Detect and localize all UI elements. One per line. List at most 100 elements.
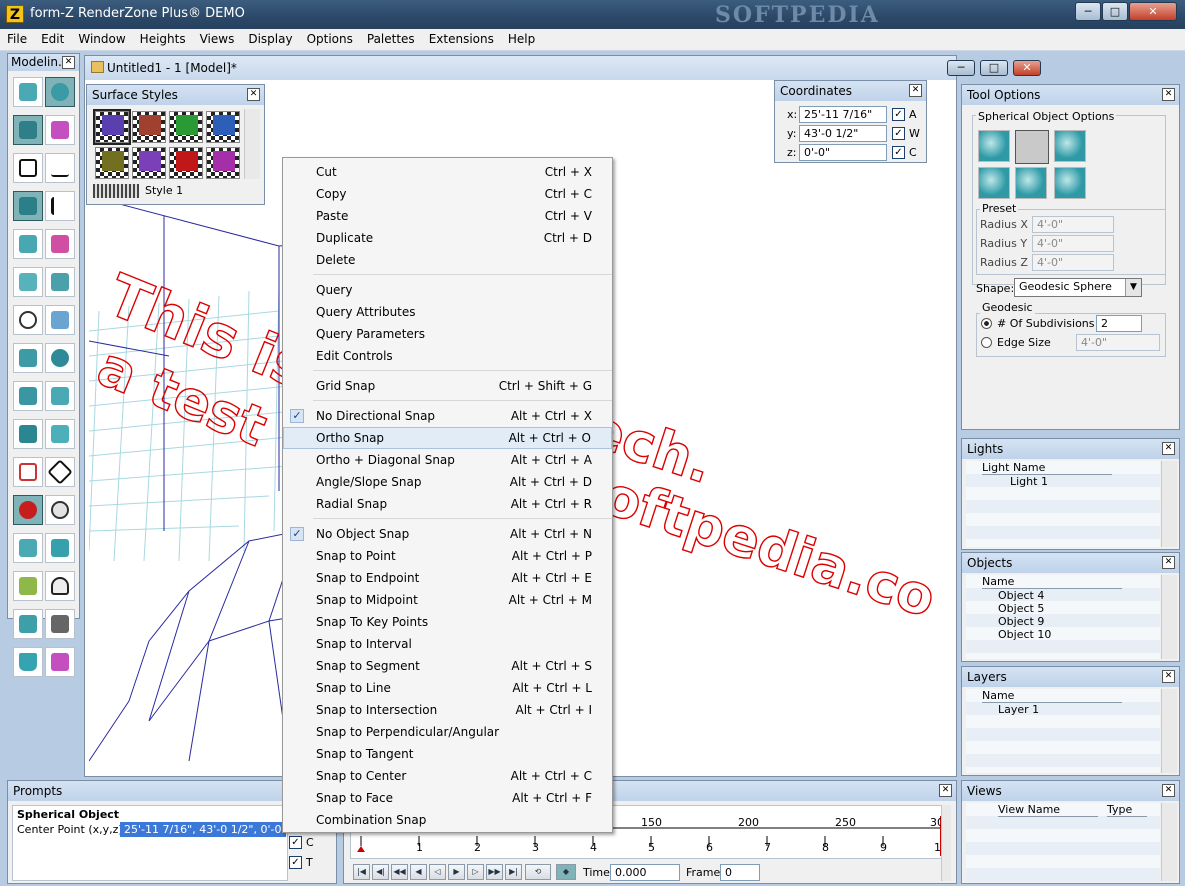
- menu-item-snap-to-key-points[interactable]: Snap To Key Points: [283, 611, 612, 633]
- menu-item-delete[interactable]: Delete: [283, 249, 612, 271]
- close-button[interactable]: ✕: [1129, 2, 1177, 21]
- object-row[interactable]: Object 5: [998, 602, 1044, 615]
- pointer-tool[interactable]: [45, 191, 75, 221]
- sphere-two-point-icon[interactable]: [978, 167, 1010, 199]
- frame-field[interactable]: 0: [720, 864, 760, 881]
- rectangle-tool[interactable]: [13, 153, 43, 183]
- objects-close-icon[interactable]: ✕: [1162, 556, 1175, 569]
- sphere-ellipsoid-icon[interactable]: [1015, 167, 1047, 199]
- swatch-scrollbar[interactable]: [244, 109, 260, 179]
- prompt-value-input[interactable]: 25'-11 7/16", 43'-0 1/2", 0'-0": [120, 822, 286, 837]
- menu-item-combination-snap[interactable]: Combination Snap: [283, 809, 612, 831]
- menu-item-grid-snap[interactable]: Grid Snap Ctrl + Shift + G: [283, 375, 612, 397]
- cartesian-checkbox[interactable]: ✓: [892, 146, 905, 159]
- boolean-tool[interactable]: [45, 229, 75, 259]
- surface-style-swatch[interactable]: [169, 147, 203, 179]
- derive-tool[interactable]: [45, 115, 75, 145]
- slice-tool[interactable]: [13, 229, 43, 259]
- line-tool[interactable]: [45, 153, 75, 183]
- object-tool[interactable]: [13, 191, 43, 221]
- object-row[interactable]: Object 4: [998, 589, 1044, 602]
- step-back-icon[interactable]: ◀: [410, 864, 427, 880]
- camera-tool[interactable]: [13, 609, 43, 639]
- sphere-tool[interactable]: [45, 77, 75, 107]
- sphere-diameter-icon[interactable]: [1054, 130, 1086, 162]
- sphere-three-point-icon[interactable]: [1054, 167, 1086, 199]
- mesh-tool[interactable]: [13, 267, 43, 297]
- edge-size-field[interactable]: 4'-0": [1076, 334, 1160, 351]
- rotate-tool[interactable]: [45, 381, 75, 411]
- light-row[interactable]: Light 1: [1010, 475, 1048, 488]
- menu-item-no-object-snap[interactable]: ✓ No Object Snap Alt + Ctrl + N: [283, 523, 612, 545]
- menu-window[interactable]: Window: [71, 29, 132, 46]
- go-start-icon[interactable]: |◀: [353, 864, 370, 880]
- y-coordinate-field[interactable]: 43'-0 1/2": [799, 125, 887, 142]
- query-tool[interactable]: [45, 495, 75, 525]
- back-icon[interactable]: ◁: [429, 864, 446, 880]
- sphere-radius-icon[interactable]: [1015, 130, 1049, 164]
- menu-palettes[interactable]: Palettes: [360, 29, 422, 46]
- menu-item-duplicate[interactable]: Duplicate Ctrl + D: [283, 227, 612, 249]
- surface-style-swatch[interactable]: [206, 147, 240, 179]
- step-back-key-icon[interactable]: ◀|: [372, 864, 389, 880]
- doc-close-button[interactable]: ✕: [1013, 60, 1041, 76]
- menu-item-snap-to-perpendicular[interactable]: Snap to Perpendicular/Angular: [283, 721, 612, 743]
- star-tool[interactable]: [45, 647, 75, 677]
- column-tool[interactable]: [13, 419, 43, 449]
- prompt-c-checkbox[interactable]: ✓: [289, 836, 302, 849]
- coordinates-close-icon[interactable]: ✕: [909, 84, 922, 97]
- time-field[interactable]: 0.000: [610, 864, 680, 881]
- menu-item-snap-to-segment[interactable]: Snap to Segment Alt + Ctrl + S: [283, 655, 612, 677]
- menu-item-query[interactable]: Query: [283, 279, 612, 301]
- subdivisions-field[interactable]: 2: [1096, 315, 1142, 332]
- explode-tool[interactable]: [13, 457, 43, 487]
- paint-tool[interactable]: [13, 571, 43, 601]
- menu-file[interactable]: File: [0, 29, 34, 46]
- loop-icon[interactable]: ⟲: [525, 864, 551, 880]
- radius-z-field[interactable]: 4'-0": [1032, 254, 1114, 271]
- move-tool[interactable]: [13, 381, 43, 411]
- world-checkbox[interactable]: ✓: [892, 127, 905, 140]
- menu-item-edit-controls[interactable]: Edit Controls: [283, 345, 612, 367]
- pattern-tool[interactable]: [45, 609, 75, 639]
- views-close-icon[interactable]: ✕: [1162, 784, 1175, 797]
- animation-scrollbar[interactable]: [941, 805, 951, 881]
- doc-minimize-button[interactable]: ─: [947, 60, 975, 76]
- menu-heights[interactable]: Heights: [133, 29, 193, 46]
- menu-item-copy[interactable]: Copy Ctrl + C: [283, 183, 612, 205]
- lamp-tool[interactable]: [45, 419, 75, 449]
- shape-select[interactable]: Geodesic Sphere: [1014, 278, 1142, 297]
- view-type-column[interactable]: Type: [1107, 803, 1147, 817]
- menu-item-snap-to-center[interactable]: Snap to Center Alt + Ctrl + C: [283, 765, 612, 787]
- spline-tool[interactable]: [13, 305, 43, 335]
- light-tool[interactable]: [13, 495, 43, 525]
- subdivisions-radio[interactable]: [981, 318, 992, 329]
- menu-item-angle-slope-snap[interactable]: Angle/Slope Snap Alt + Ctrl + D: [283, 471, 612, 493]
- surface-style-swatch[interactable]: [206, 111, 240, 143]
- fast-back-icon[interactable]: ◀◀: [391, 864, 408, 880]
- surface-style-swatch[interactable]: [132, 111, 166, 143]
- menu-display[interactable]: Display: [241, 29, 299, 46]
- step-forward-icon[interactable]: ▷: [467, 864, 484, 880]
- grid-view-icon[interactable]: [93, 184, 139, 198]
- go-end-icon[interactable]: ▶|: [505, 864, 522, 880]
- menu-item-ortho-diagonal-snap[interactable]: Ortho + Diagonal Snap Alt + Ctrl + A: [283, 449, 612, 471]
- menu-item-no-directional-snap[interactable]: ✓ No Directional Snap Alt + Ctrl + X: [283, 405, 612, 427]
- object-row[interactable]: Object 9: [998, 615, 1044, 628]
- surface-style-swatch[interactable]: [93, 109, 131, 145]
- menu-edit[interactable]: Edit: [34, 29, 71, 46]
- extrude-tool[interactable]: [13, 115, 43, 145]
- ghost-tool[interactable]: [45, 571, 75, 601]
- play-icon[interactable]: ▶: [448, 864, 465, 880]
- tool-options-close-icon[interactable]: ✕: [1162, 88, 1175, 101]
- chevron-down-icon[interactable]: ▼: [1125, 279, 1141, 296]
- menu-item-snap-to-line[interactable]: Snap to Line Alt + Ctrl + L: [283, 677, 612, 699]
- surface-style-swatch[interactable]: [132, 147, 166, 179]
- x-coordinate-field[interactable]: 25'-11 7/16": [799, 106, 887, 123]
- key-mode-icon[interactable]: ◆: [556, 864, 576, 880]
- menu-options[interactable]: Options: [300, 29, 360, 46]
- menu-item-query-attributes[interactable]: Query Attributes: [283, 301, 612, 323]
- menu-item-snap-to-intersection[interactable]: Snap to Intersection Alt + Ctrl + I: [283, 699, 612, 721]
- maximize-button[interactable]: □: [1102, 2, 1128, 21]
- diamond-tool[interactable]: [45, 457, 75, 487]
